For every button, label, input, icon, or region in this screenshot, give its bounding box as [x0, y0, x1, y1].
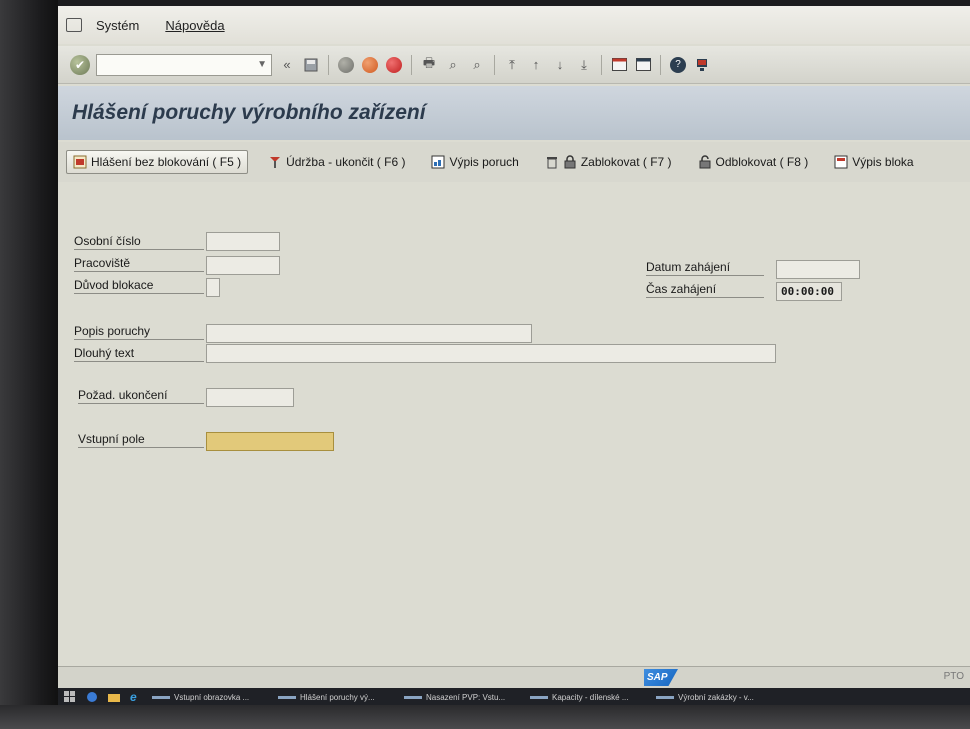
workplace-label: Pracoviště [74, 256, 204, 272]
last-page-icon[interactable]: ⤓ [575, 56, 593, 74]
unlock-button-label: Odblokovat ( F8 ) [715, 155, 809, 169]
taskbar-item[interactable]: Kapacity - dílenské ... [530, 693, 646, 702]
command-field[interactable]: ▼ [96, 53, 272, 76]
monitor-bezel-bottom [0, 705, 970, 729]
report-button-label: Hlášení bez blokování ( F5 ) [91, 155, 242, 169]
long-text-input[interactable] [206, 344, 776, 363]
toolbar-separator [660, 54, 661, 75]
taskbar-item[interactable]: Výrobní zakázky - v... [656, 693, 772, 702]
fault-list-button-label: Výpis poruch [449, 155, 519, 169]
exit-icon[interactable] [361, 56, 379, 74]
taskbar-item[interactable]: Vstupní obrazovka ... [152, 693, 268, 702]
start-date-label: Datum zahájení [646, 260, 764, 276]
new-session-icon[interactable] [610, 56, 628, 74]
chevron-down-icon[interactable]: ▼ [257, 59, 267, 70]
system-menu-icon[interactable] [66, 18, 82, 32]
lock-button-label: Zablokovat ( F7 ) [580, 155, 672, 169]
toolbar-separator [494, 54, 495, 75]
fault-report-form: Osobní číslo Pracoviště Důvod blokace Da… [58, 186, 970, 666]
start-date-input[interactable] [776, 260, 860, 279]
status-bar: SAP PTO [58, 666, 970, 688]
find-icon[interactable]: ⌕ [444, 56, 462, 74]
required-end-input[interactable] [206, 388, 294, 407]
next-page-icon[interactable]: ↓ [551, 56, 569, 74]
windows-start-icon[interactable] [64, 691, 76, 703]
help-icon[interactable]: ? [669, 56, 687, 74]
first-page-icon[interactable]: ⤒ [503, 56, 521, 74]
monitor-bezel-left [0, 0, 58, 729]
fault-list-button[interactable]: Výpis poruch [425, 150, 524, 174]
unlock-button[interactable]: Odblokovat ( F8 ) [692, 150, 815, 174]
toolbar-separator [411, 54, 412, 75]
find-next-icon[interactable]: ⌕ [468, 56, 486, 74]
menu-bar: Systém Nápověda [58, 6, 970, 44]
toolbar-separator [328, 54, 329, 75]
block-reason-input[interactable] [206, 278, 220, 297]
application-toolbar: Hlášení bez blokování ( F5 ) Údržba - uk… [58, 142, 970, 182]
menu-help[interactable]: Nápověda [165, 18, 224, 33]
ok-icon[interactable]: ✔ [70, 54, 90, 75]
save-icon[interactable] [302, 56, 320, 74]
page-title: Hlášení poruchy výrobního zařízení [72, 101, 426, 124]
fault-description-label: Popis poruchy [74, 324, 204, 340]
print-icon[interactable]: 🖶 [420, 55, 438, 74]
screen-title-bar: Hlášení poruchy výrobního zařízení [58, 86, 970, 140]
list-icon [431, 155, 445, 169]
standard-toolbar: ✔ ▼ « 🖶 ⌕ ⌕ ⤒ ↑ ↓ ⤓ ? [58, 46, 970, 84]
unlock-icon [699, 155, 711, 169]
start-time-input[interactable]: 00:00:00 [776, 282, 842, 301]
back-double-icon[interactable]: « [278, 56, 296, 74]
globe-icon[interactable] [86, 691, 98, 703]
input-field-label: Vstupní pole [78, 432, 204, 448]
internet-explorer-icon[interactable]: e [130, 691, 142, 703]
back-icon[interactable] [337, 56, 355, 74]
lock-list-icon [834, 155, 848, 169]
lock-button[interactable]: Zablokovat ( F7 ) [539, 150, 678, 174]
report-without-block-button[interactable]: Hlášení bez blokování ( F5 ) [66, 150, 249, 174]
prev-page-icon[interactable]: ↑ [527, 56, 545, 74]
folder-icon[interactable] [108, 691, 120, 703]
trash-icon [546, 157, 557, 169]
sap-window: Systém Nápověda ✔ ▼ « 🖶 ⌕ ⌕ ⤒ ↑ ↓ ⤓ ? Hl… [58, 6, 970, 706]
start-time-label: Čas zahájení [646, 282, 764, 298]
customize-icon[interactable] [693, 56, 711, 74]
system-info[interactable]: PTO [944, 671, 964, 682]
taskbar-item[interactable]: Hlášení poruchy vý... [278, 693, 394, 702]
lock-list-button-label: Výpis bloka [852, 155, 914, 169]
menu-system[interactable]: Systém [96, 18, 139, 33]
personal-number-input[interactable] [206, 232, 280, 251]
maintenance-button-label: Údržba - ukončit ( F6 ) [286, 155, 406, 169]
required-end-label: Požad. ukončení [78, 388, 204, 404]
input-field[interactable] [206, 432, 334, 451]
lock-icon [564, 155, 576, 169]
personal-number-label: Osobní číslo [74, 234, 204, 250]
windows-taskbar: e Vstupní obrazovka ... Hlášení poruchy … [58, 688, 970, 706]
fault-description-input[interactable] [206, 324, 532, 343]
taskbar-item[interactable]: Nasazení PVP: Vstu... [404, 693, 520, 702]
lock-list-button[interactable]: Výpis bloka [828, 150, 919, 174]
cancel-icon[interactable] [385, 56, 403, 74]
block-reason-label: Důvod blokace [74, 278, 204, 294]
maintenance-icon [270, 157, 281, 168]
report-icon [73, 155, 87, 169]
sap-logo: SAP [644, 669, 678, 686]
toolbar-separator [601, 54, 602, 75]
workplace-input[interactable] [206, 256, 280, 275]
shortcut-icon[interactable] [634, 56, 652, 74]
maintenance-end-button[interactable]: Údržba - ukončit ( F6 ) [262, 150, 411, 174]
long-text-label: Dlouhý text [74, 346, 204, 362]
